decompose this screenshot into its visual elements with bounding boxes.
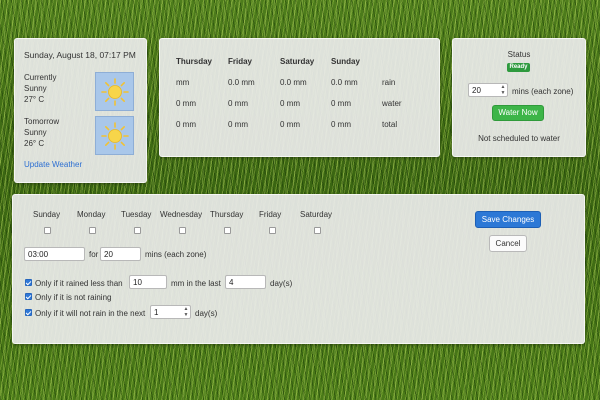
- rain-table-panel: [159, 38, 440, 157]
- day-checkbox-friday[interactable]: [269, 227, 276, 234]
- rain-middle-label: mm in the last: [171, 279, 221, 288]
- duration-input[interactable]: [100, 247, 141, 261]
- col-header-sunday: Sunday: [331, 57, 360, 66]
- total-cell: 0 mm: [176, 120, 196, 129]
- start-time-input[interactable]: [24, 247, 85, 261]
- rain-cell: 0.0 mm: [228, 78, 255, 87]
- total-cell: 0 mm: [228, 120, 248, 129]
- water-now-button[interactable]: Water Now: [492, 105, 544, 121]
- rained-less-label: Only if it rained less than: [35, 279, 123, 288]
- current-condition: Sunny: [24, 84, 47, 93]
- duration-label: mins (each zone): [145, 250, 207, 259]
- current-label: Currently: [24, 73, 57, 82]
- day-label-wednesday: Wednesday: [160, 210, 203, 219]
- will-not-rain-checkbox[interactable]: [25, 309, 32, 316]
- day-label-sunday: Sunday: [33, 210, 61, 219]
- tomorrow-temp: 26° C: [24, 139, 45, 148]
- schedule-note: Not scheduled to water: [478, 134, 560, 143]
- for-label: for: [89, 250, 99, 259]
- col-header-thursday: Thursday: [176, 57, 213, 66]
- col-header-friday: Friday: [228, 57, 253, 66]
- day-label-saturday: Saturday: [300, 210, 333, 219]
- day-label-monday: Monday: [77, 210, 106, 219]
- will-not-rain-label: Only if it will not rain in the next: [35, 309, 146, 318]
- water-cell: 0 mm: [176, 99, 196, 108]
- rain-days-label: day(s): [270, 279, 293, 288]
- rain-days-input[interactable]: [225, 275, 266, 289]
- col-header-saturday: Saturday: [280, 57, 315, 66]
- rain-cell: mm: [176, 78, 190, 87]
- sunny-icon: [95, 72, 134, 111]
- rain-row-label: rain: [382, 78, 396, 87]
- day-checkbox-tuesday[interactable]: [134, 227, 141, 234]
- day-label-friday: Friday: [259, 210, 282, 219]
- not-raining-checkbox[interactable]: [25, 293, 32, 300]
- day-checkbox-saturday[interactable]: [314, 227, 321, 234]
- current-temp: 27° C: [24, 95, 45, 104]
- not-raining-label: Only if it is not raining: [35, 293, 112, 302]
- day-label-thursday: Thursday: [210, 210, 244, 219]
- water-row-label: water: [382, 99, 402, 108]
- total-cell: 0 mm: [280, 120, 300, 129]
- rained-less-checkbox[interactable]: [25, 279, 32, 286]
- day-checkbox-monday[interactable]: [89, 227, 96, 234]
- status-mins-label: mins (each zone): [512, 87, 574, 96]
- cancel-button[interactable]: Cancel: [489, 235, 527, 252]
- forecast-days-label: day(s): [195, 309, 218, 318]
- water-cell: 0 mm: [331, 99, 351, 108]
- day-checkbox-sunday[interactable]: [44, 227, 51, 234]
- rain-mm-input[interactable]: [129, 275, 167, 289]
- day-label-tuesday: Tuesday: [121, 210, 152, 219]
- total-cell: 0 mm: [331, 120, 351, 129]
- tomorrow-label: Tomorrow: [24, 117, 60, 126]
- water-cell: 0 mm: [228, 99, 248, 108]
- day-checkbox-thursday[interactable]: [224, 227, 231, 234]
- weather-datetime: Sunday, August 18, 07:17 PM: [24, 50, 136, 60]
- tomorrow-condition: Sunny: [24, 128, 47, 137]
- spinner-arrows-icon[interactable]: ▲ ▼: [499, 84, 507, 96]
- day-checkbox-wednesday[interactable]: [179, 227, 186, 234]
- update-weather-link[interactable]: Update Weather: [24, 160, 82, 169]
- rain-cell: 0.0 mm: [331, 78, 358, 87]
- save-changes-button[interactable]: Save Changes: [475, 211, 541, 228]
- water-cell: 0 mm: [280, 99, 300, 108]
- total-row-label: total: [382, 120, 398, 129]
- status-title: Status: [507, 50, 531, 59]
- rain-cell: 0.0 mm: [280, 78, 307, 87]
- spinner-arrows-icon[interactable]: ▲ ▼: [182, 306, 190, 318]
- sunny-icon: [95, 116, 134, 155]
- status-badge: Ready: [507, 63, 530, 72]
